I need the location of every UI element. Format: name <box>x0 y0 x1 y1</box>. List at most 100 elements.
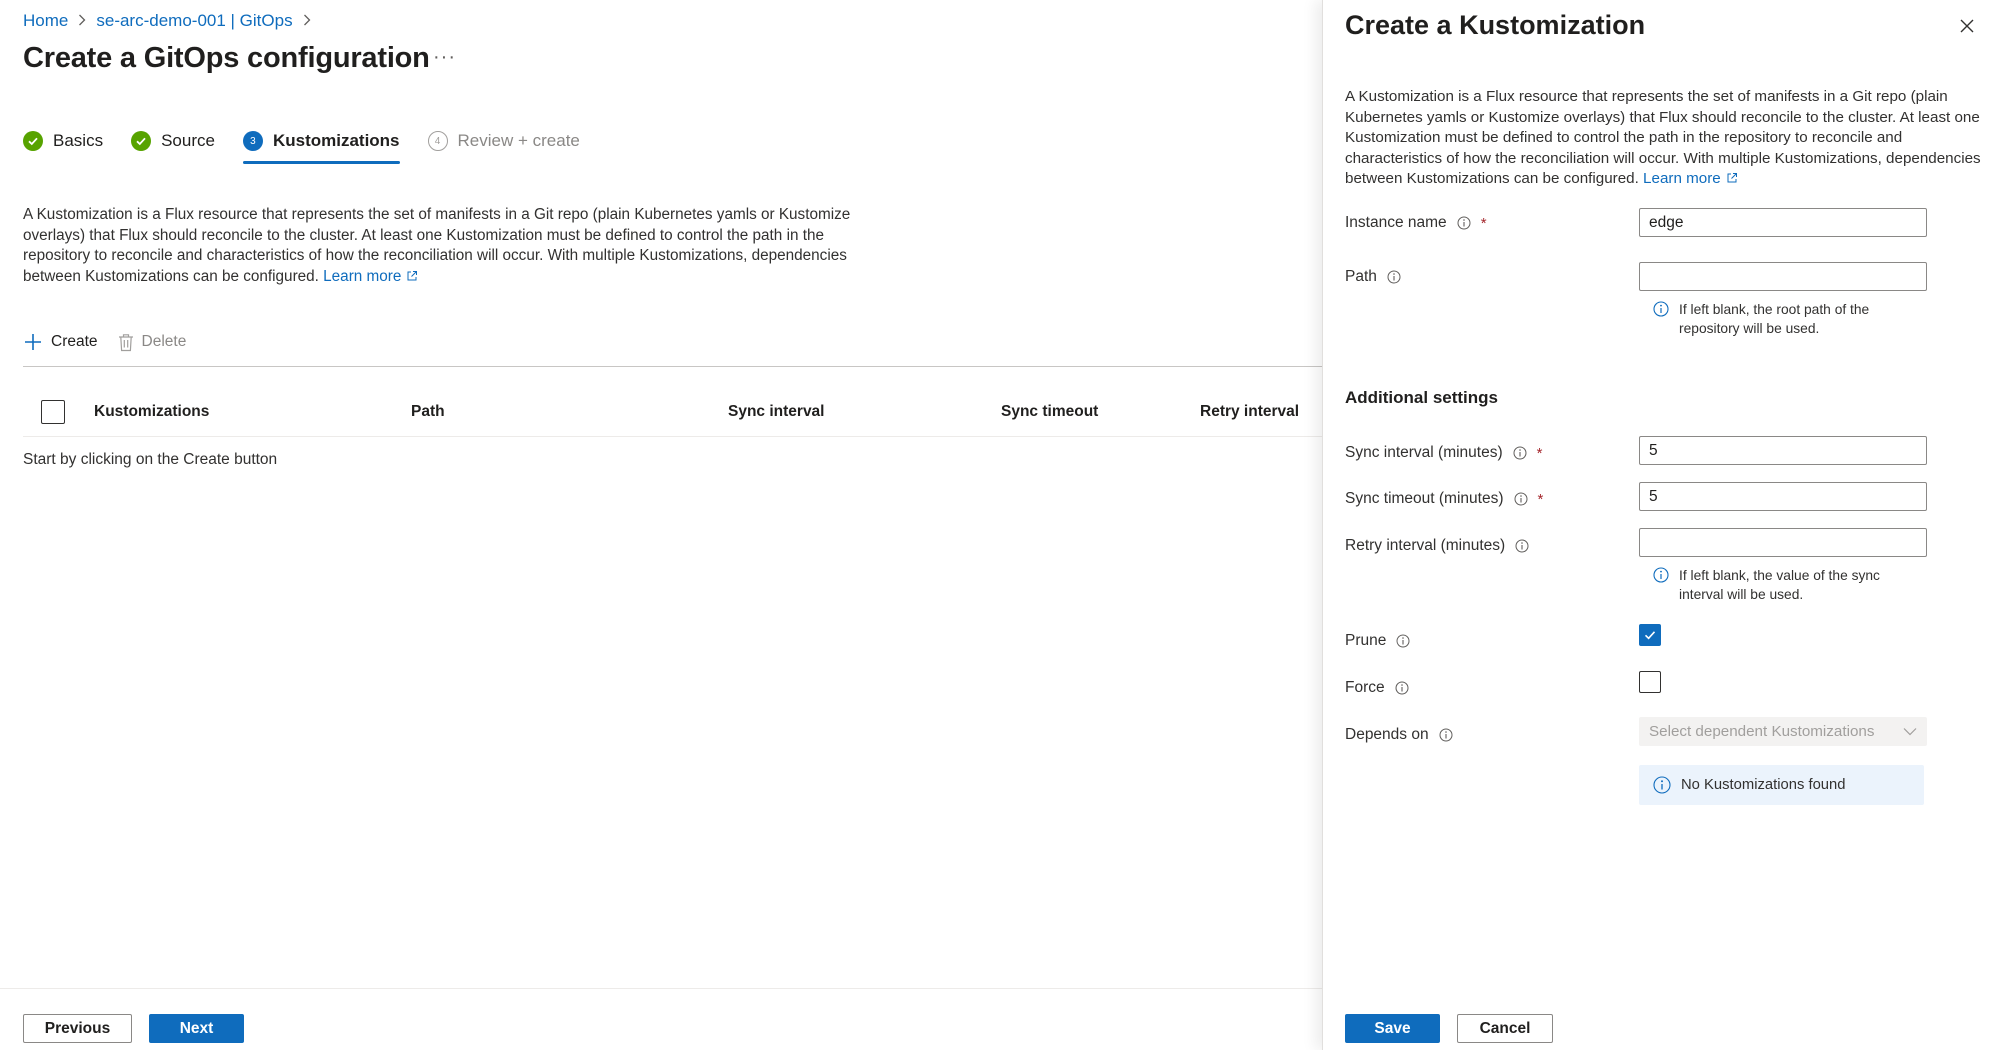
required-indicator: * <box>1537 490 1544 508</box>
info-icon[interactable] <box>1387 270 1401 284</box>
retry-interval-label-text: Retry interval (minutes) <box>1345 537 1506 554</box>
breadcrumb-resource[interactable]: se-arc-demo-001 | GitOps <box>96 11 292 31</box>
prune-checkbox[interactable] <box>1639 624 1661 646</box>
column-header-retry-interval[interactable]: Retry interval <box>1200 403 1299 421</box>
info-icon <box>1653 301 1669 338</box>
info-icon[interactable] <box>1439 728 1453 742</box>
retry-interval-hint-text: If left blank, the value of the sync int… <box>1679 568 1880 602</box>
retry-interval-input[interactable] <box>1639 528 1927 557</box>
kustomization-toolbar: Create Delete <box>23 332 206 352</box>
cancel-button[interactable]: Cancel <box>1457 1014 1553 1043</box>
checkmark-icon <box>1644 631 1656 640</box>
retry-interval-label: Retry interval (minutes) <box>1345 537 1529 555</box>
create-button[interactable]: Create <box>23 332 98 352</box>
step-number-icon: 3 <box>242 131 263 151</box>
sync-timeout-input[interactable] <box>1639 482 1927 511</box>
external-link-icon <box>1727 173 1737 183</box>
sync-timeout-label-text: Sync timeout (minutes) <box>1345 490 1504 507</box>
delete-label: Delete <box>141 333 187 350</box>
create-label: Create <box>51 333 98 350</box>
info-icon <box>1653 567 1669 604</box>
check-circle-icon <box>23 131 43 151</box>
info-icon[interactable] <box>1395 681 1409 695</box>
step-label: Review + create <box>457 131 580 150</box>
column-header-sync-interval[interactable]: Sync interval <box>728 403 825 421</box>
additional-settings-heading: Additional settings <box>1345 388 1498 407</box>
plus-icon <box>23 332 43 352</box>
info-icon[interactable] <box>1515 539 1529 553</box>
previous-button[interactable]: Previous <box>23 1014 132 1043</box>
page-title: Create a GitOps configuration <box>23 42 430 74</box>
force-checkbox[interactable] <box>1639 671 1661 693</box>
panel-learn-more-link[interactable]: Learn more <box>1643 170 1738 187</box>
info-icon[interactable] <box>1457 216 1471 230</box>
path-input[interactable] <box>1639 262 1927 291</box>
chevron-right-icon <box>303 13 311 29</box>
info-icon[interactable] <box>1514 492 1528 506</box>
required-indicator: * <box>1536 444 1543 462</box>
close-icon[interactable] <box>1957 16 1977 36</box>
force-label: Force <box>1345 679 1409 697</box>
sync-interval-input[interactable] <box>1639 436 1927 465</box>
info-icon <box>1653 776 1671 794</box>
info-icon[interactable] <box>1396 634 1410 648</box>
description-text: A Kustomization is a Flux resource that … <box>23 206 851 285</box>
panel-title: Create a Kustomization <box>1345 10 1646 40</box>
select-all-checkbox[interactable] <box>41 400 65 424</box>
depends-on-label: Depends on <box>1345 726 1453 744</box>
instance-name-input[interactable] <box>1639 208 1927 237</box>
footer-divider <box>0 988 1322 989</box>
path-label: Path <box>1345 268 1401 286</box>
chevron-down-icon <box>1903 723 1917 740</box>
sync-interval-label: Sync interval (minutes) * <box>1345 444 1542 462</box>
info-icon[interactable] <box>1513 446 1527 460</box>
external-link-icon <box>407 270 418 280</box>
column-header-path[interactable]: Path <box>411 403 445 421</box>
no-kustomizations-text: No Kustomizations found <box>1681 777 1846 793</box>
create-kustomization-panel: Create a Kustomization A Kustomization i… <box>1322 0 1999 1050</box>
depends-on-dropdown[interactable]: Select dependent Kustomizations <box>1639 717 1927 746</box>
toolbar-divider <box>23 366 1322 367</box>
wizard-steps: Basics Source 3 Kustomizations 4 Review … <box>23 128 608 164</box>
step-source[interactable]: Source <box>131 128 215 154</box>
table-header-divider <box>23 436 1322 437</box>
depends-on-label-text: Depends on <box>1345 726 1429 743</box>
retry-interval-hint: If left blank, the value of the sync int… <box>1653 566 1923 604</box>
step-label: Source <box>161 131 215 150</box>
path-hint: If left blank, the root path of the repo… <box>1653 300 1923 338</box>
learn-more-label: Learn more <box>323 267 402 285</box>
check-circle-icon <box>131 131 152 151</box>
prune-label-text: Prune <box>1345 632 1387 649</box>
kustomization-description: A Kustomization is a Flux resource that … <box>23 205 873 287</box>
no-kustomizations-info: No Kustomizations found <box>1639 765 1924 805</box>
main-area: Home se-arc-demo-001 | GitOps Create a G… <box>0 0 1322 1050</box>
step-kustomizations[interactable]: 3 Kustomizations <box>242 128 400 164</box>
instance-name-label-text: Instance name <box>1345 214 1447 231</box>
next-button[interactable]: Next <box>149 1014 244 1043</box>
learn-more-label: Learn more <box>1643 170 1721 188</box>
sync-timeout-label: Sync timeout (minutes) * <box>1345 490 1543 508</box>
depends-on-placeholder: Select dependent Kustomizations <box>1649 723 1875 740</box>
prune-label: Prune <box>1345 632 1410 650</box>
path-label-text: Path <box>1345 268 1377 285</box>
sync-interval-label-text: Sync interval (minutes) <box>1345 444 1503 461</box>
kustomization-table-header: Kustomizations Path Sync interval Sync t… <box>23 398 1322 438</box>
learn-more-link[interactable]: Learn more <box>323 268 418 285</box>
chevron-right-icon <box>78 13 86 29</box>
column-header-kustomizations[interactable]: Kustomizations <box>94 403 209 421</box>
step-number-icon: 4 <box>427 131 448 151</box>
step-basics[interactable]: Basics <box>23 128 103 154</box>
step-label: Kustomizations <box>272 131 400 150</box>
instance-name-label: Instance name * <box>1345 214 1487 232</box>
step-review-create[interactable]: 4 Review + create <box>427 128 580 154</box>
save-button[interactable]: Save <box>1345 1014 1440 1043</box>
trash-icon <box>118 333 134 352</box>
breadcrumb: Home se-arc-demo-001 | GitOps <box>23 11 321 31</box>
force-label-text: Force <box>1345 679 1385 696</box>
column-header-sync-timeout[interactable]: Sync timeout <box>1001 403 1098 421</box>
more-options-icon[interactable]: ··· <box>433 46 456 69</box>
panel-description: A Kustomization is a Flux resource that … <box>1345 87 1985 190</box>
breadcrumb-home[interactable]: Home <box>23 11 68 31</box>
delete-button[interactable]: Delete <box>118 333 187 352</box>
app-root: Home se-arc-demo-001 | GitOps Create a G… <box>0 0 1999 1050</box>
